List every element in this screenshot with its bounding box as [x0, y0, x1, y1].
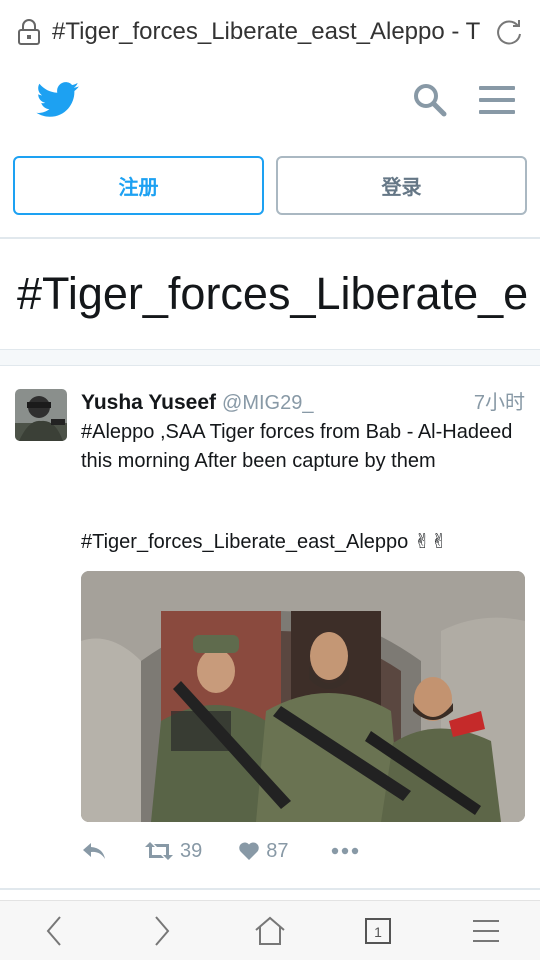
- browser-menu-button[interactable]: [466, 911, 506, 951]
- retweet-count: 39: [180, 839, 203, 862]
- tweet-hashtag-line[interactable]: #Tiger_forces_Liberate_east_Aleppo ✌✌: [81, 529, 525, 554]
- url-text[interactable]: #Tiger_forces_Liberate_east_Aleppo - T: [52, 18, 488, 46]
- browser-bottom-bar: 1: [0, 900, 540, 960]
- twitter-bird-icon[interactable]: [36, 82, 80, 118]
- twitter-top-nav: [0, 64, 540, 136]
- avatar[interactable]: [15, 389, 67, 441]
- tabs-button[interactable]: 1: [358, 911, 398, 951]
- auth-buttons: 注册 登录: [13, 156, 527, 216]
- divider: [0, 888, 540, 890]
- tweet-photo[interactable]: [81, 571, 525, 822]
- home-button[interactable]: [250, 911, 290, 951]
- tweet-actions: 39 87: [81, 836, 525, 866]
- browser-menu-icon: [473, 919, 499, 942]
- forward-button[interactable]: [142, 911, 182, 951]
- section-gap: [0, 349, 540, 366]
- author-handle[interactable]: @MIG29_: [222, 392, 313, 415]
- back-button[interactable]: [34, 911, 74, 951]
- back-arrow-icon: [46, 915, 61, 946]
- retweet-icon: [145, 842, 173, 860]
- author-name[interactable]: Yusha Yuseef: [81, 391, 216, 415]
- lock-icon: [18, 19, 40, 45]
- tabs-icon: 1: [365, 917, 391, 944]
- signup-button[interactable]: 注册: [13, 156, 264, 215]
- retweet-button[interactable]: 39: [144, 840, 202, 863]
- like-count: 87: [266, 839, 289, 862]
- home-icon: [255, 916, 285, 945]
- hamburger-menu-icon[interactable]: [478, 84, 516, 116]
- reply-icon[interactable]: [81, 840, 107, 862]
- search-icon[interactable]: [412, 82, 448, 118]
- tab-count: 1: [374, 924, 382, 940]
- tweet-card[interactable]: Yusha Yuseef @MIG29_ 7小时 #Aleppo ,SAA Ti…: [0, 366, 540, 888]
- reload-icon[interactable]: [494, 17, 524, 47]
- heart-icon: [239, 842, 260, 860]
- like-button[interactable]: 87: [238, 839, 289, 863]
- tweet-header: Yusha Yuseef @MIG29_ 7小时: [81, 386, 525, 414]
- page-title: #Tiger_forces_Liberate_e: [17, 268, 529, 319]
- tweet-timestamp[interactable]: 7小时: [474, 386, 525, 415]
- browser-url-bar[interactable]: #Tiger_forces_Liberate_east_Aleppo - T: [0, 0, 540, 64]
- tweet-text: #Aleppo ,SAA Tiger forces from Bab - Al-…: [81, 421, 513, 472]
- forward-arrow-icon: [155, 915, 170, 946]
- login-button[interactable]: 登录: [276, 156, 527, 215]
- more-options-icon[interactable]: [331, 847, 359, 855]
